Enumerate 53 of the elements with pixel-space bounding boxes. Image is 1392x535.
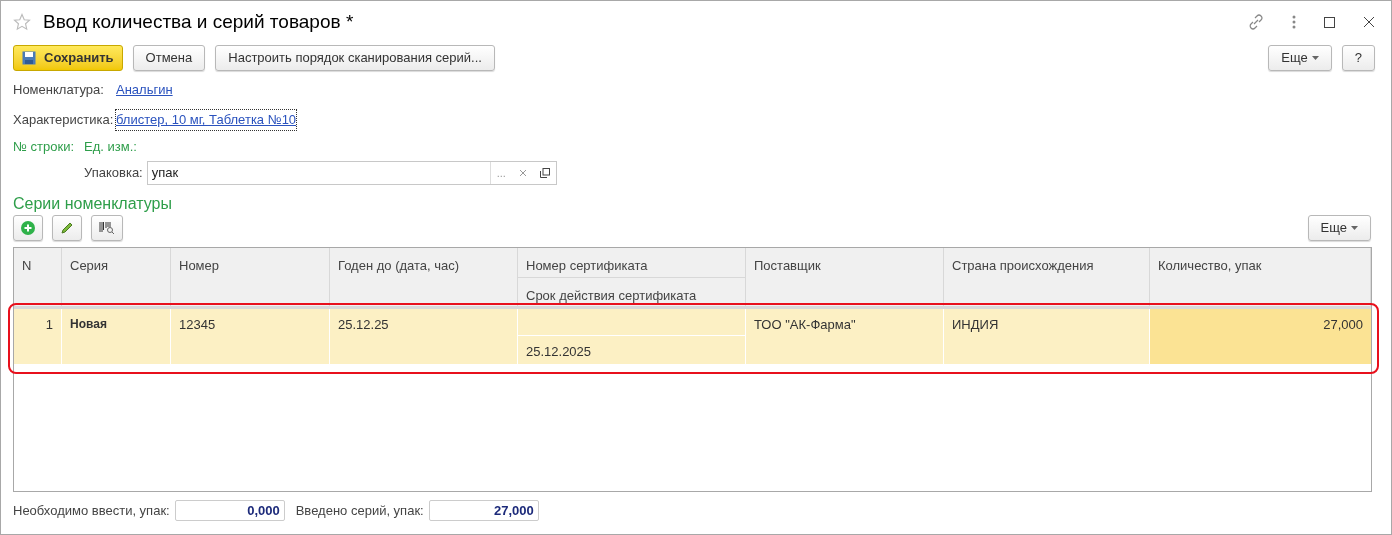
link-icon[interactable] <box>1248 14 1264 30</box>
scan-barcode-button[interactable] <box>91 215 123 241</box>
help-button[interactable]: ? <box>1341 45 1375 71</box>
characteristic-label: Характеристика: <box>13 111 115 130</box>
close-icon[interactable] <box>1363 16 1375 28</box>
required-field: 0,000 <box>174 500 285 521</box>
table-cell-text: 25.12.2025 <box>525 343 593 361</box>
caret-icon <box>1311 56 1319 60</box>
add-button[interactable] <box>13 215 43 241</box>
column-header[interactable]: Срок действия сертификата <box>518 278 745 306</box>
column-header[interactable]: Страна происхождения <box>944 248 1150 306</box>
packaging-value: упак <box>150 164 180 183</box>
maximize-icon[interactable] <box>1324 16 1335 28</box>
entered-field: 27,000 <box>428 500 539 521</box>
star-icon[interactable] <box>13 13 31 31</box>
table-cell: Новая <box>62 309 171 364</box>
packaging-label: Упаковка: <box>84 164 143 183</box>
required-label: Необходимо ввести, упак: <box>13 501 170 520</box>
save-button[interactable]: Сохранить <box>13 45 123 71</box>
table-cell: 27,000 <box>1150 309 1371 364</box>
column-header[interactable]: N <box>14 248 62 306</box>
characteristic-link[interactable]: блистер, 10 мг, Таблетка №10 <box>116 110 297 130</box>
column-header[interactable]: Номер сертификата <box>518 248 745 278</box>
more-button[interactable]: Еще <box>1268 45 1332 71</box>
column-header[interactable]: Количество, упак <box>1150 248 1371 306</box>
packaging-field[interactable]: упак ... <box>146 161 557 185</box>
barcode-magnifier-icon <box>99 221 115 235</box>
table-cell: ТОО "АК-Фарма" <box>746 309 944 364</box>
configure-scanning-button[interactable]: Настроить порядок сканирования серий... <box>215 45 495 71</box>
table-cell: 12345 <box>171 309 330 364</box>
cancel-button[interactable]: Отмена <box>132 45 206 71</box>
column-header[interactable]: Номер <box>171 248 330 306</box>
more-options-icon[interactable] <box>1292 15 1296 29</box>
unit-label: Ед. изм.: <box>84 138 137 157</box>
column-header[interactable]: Серия <box>62 248 171 306</box>
table-row[interactable]: 1 Новая 12345 25.12.25 25.12.2025 ТОО "АК-Фарма" ИНДИЯ 27,000 <box>14 309 1371 364</box>
edit-button[interactable] <box>52 215 82 241</box>
section-title: Серии номенклатуры <box>13 194 173 214</box>
entered-label: Введено серий, упак: <box>295 501 424 520</box>
pencil-icon <box>60 221 74 235</box>
plus-icon <box>21 221 35 235</box>
clear-icon[interactable] <box>518 169 527 177</box>
open-icon[interactable] <box>539 168 550 178</box>
column-header[interactable]: Поставщик <box>746 248 944 306</box>
nomenclature-label: Номенклатура: <box>13 81 105 100</box>
table-cell: 25.12.25 <box>330 309 518 364</box>
nomenclature-link[interactable]: Анальгин <box>116 80 173 100</box>
column-header[interactable]: Годен до (дата, час) <box>330 248 518 306</box>
table-more-button[interactable]: Еще <box>1307 215 1371 241</box>
window-title: Ввод количества и серий товаров * <box>43 9 354 34</box>
row-number-label: № строки: <box>13 138 75 157</box>
caret-icon <box>1351 226 1358 230</box>
table-cell: 1 <box>14 309 62 364</box>
